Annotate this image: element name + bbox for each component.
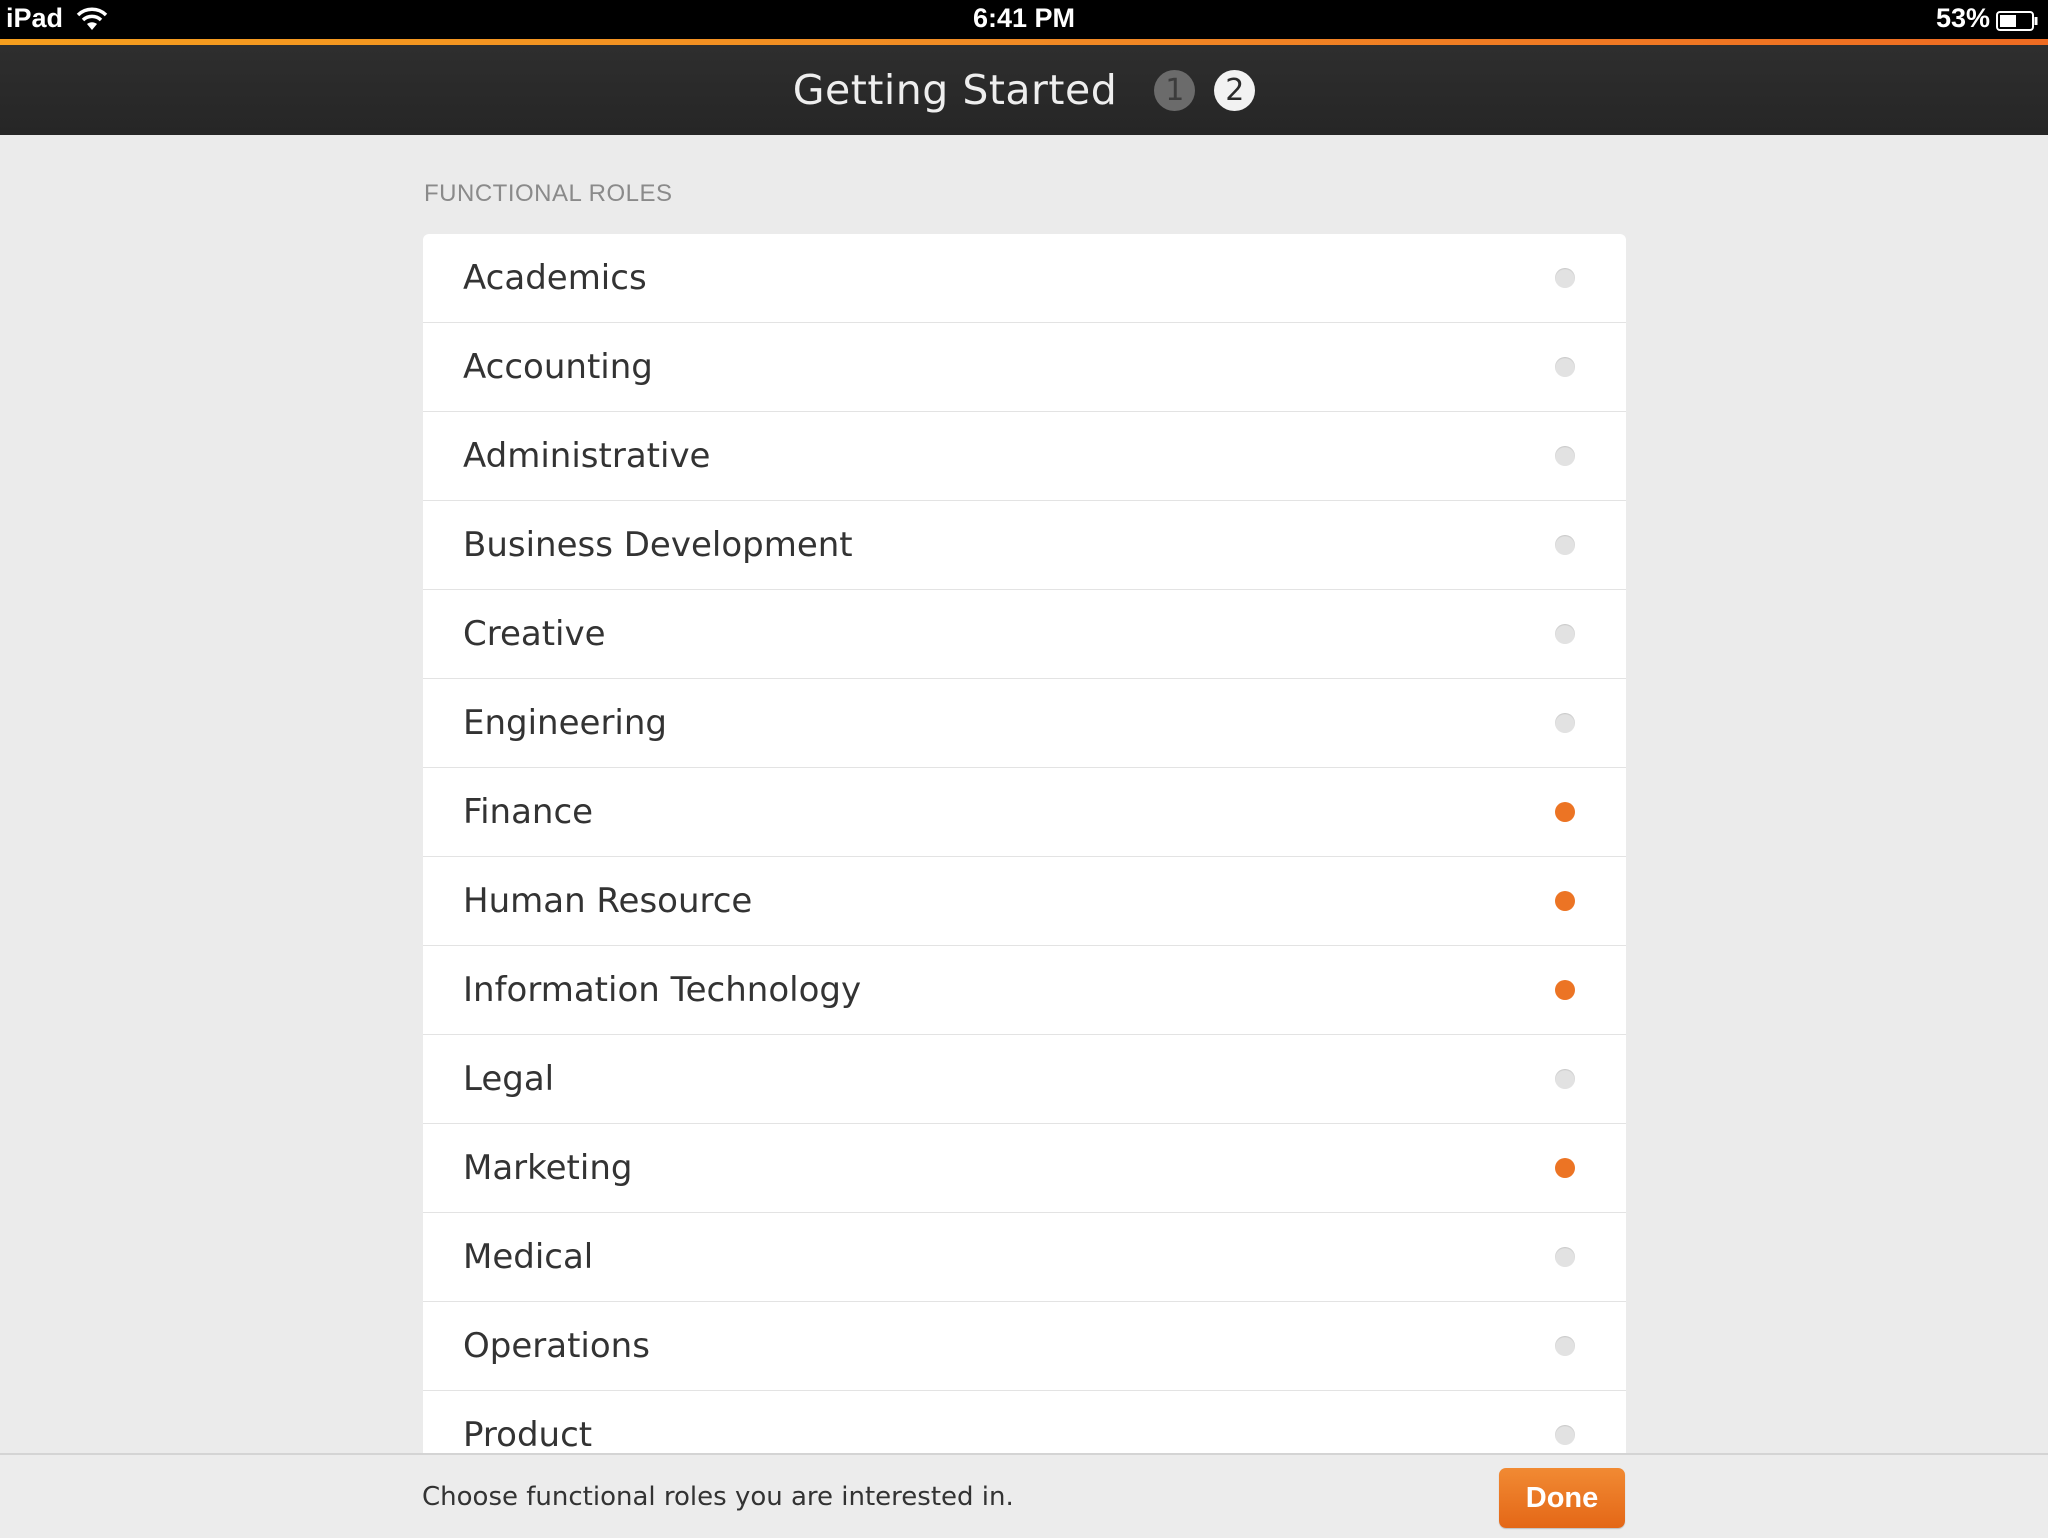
role-label: Legal: [463, 1059, 555, 1099]
navigation-bar: Getting Started 1 2: [0, 45, 2048, 135]
footer-bar: Choose functional roles you are interest…: [0, 1453, 2048, 1538]
list-item[interactable]: Human Resource: [423, 857, 1626, 946]
page-title: Getting Started: [792, 66, 1118, 114]
role-label: Academics: [463, 258, 647, 298]
list-item[interactable]: Product: [423, 1391, 1626, 1454]
status-time: 6:41 PM: [972, 3, 1076, 33]
unselected-indicator-icon[interactable]: [1555, 1425, 1575, 1445]
selected-indicator-icon[interactable]: [1555, 802, 1575, 822]
role-label: Finance: [463, 792, 594, 832]
step-indicator-1: 1: [1154, 69, 1196, 111]
selected-indicator-icon[interactable]: [1555, 980, 1575, 1000]
selected-indicator-icon[interactable]: [1555, 891, 1575, 911]
unselected-indicator-icon[interactable]: [1555, 446, 1575, 466]
unselected-indicator-icon[interactable]: [1555, 1247, 1575, 1267]
selected-indicator-icon[interactable]: [1555, 1158, 1575, 1178]
unselected-indicator-icon[interactable]: [1555, 535, 1575, 555]
battery-percent: 53%: [1935, 3, 1990, 33]
role-label: Human Resource: [463, 881, 753, 921]
unselected-indicator-icon[interactable]: [1555, 268, 1575, 288]
list-item[interactable]: Legal: [423, 1035, 1626, 1124]
list-item[interactable]: Business Development: [423, 501, 1626, 590]
footer-instruction: Choose functional roles you are interest…: [422, 1481, 1014, 1512]
role-label: Information Technology: [463, 970, 862, 1010]
list-item[interactable]: Engineering: [423, 679, 1626, 768]
role-label: Accounting: [463, 347, 653, 387]
unselected-indicator-icon[interactable]: [1555, 713, 1575, 733]
list-item[interactable]: Finance: [423, 768, 1626, 857]
status-right: 53%: [1936, 3, 2040, 34]
unselected-indicator-icon[interactable]: [1555, 1069, 1575, 1089]
list-item[interactable]: Administrative: [423, 412, 1626, 501]
role-label: Business Development: [463, 525, 853, 565]
role-label: Administrative: [463, 436, 711, 476]
battery-icon: [1996, 8, 2040, 31]
step-indicator-2: 2: [1214, 69, 1256, 111]
list-item[interactable]: Academics: [423, 234, 1626, 323]
roles-list: Academics Accounting Administrative Busines…: [423, 234, 1626, 1454]
section-label: FUNCTIONAL ROLES: [424, 180, 673, 207]
role-label: Marketing: [463, 1148, 633, 1188]
list-item[interactable]: Marketing: [423, 1124, 1626, 1213]
list-item[interactable]: Operations: [423, 1302, 1626, 1391]
unselected-indicator-icon[interactable]: [1555, 357, 1575, 377]
unselected-indicator-icon[interactable]: [1555, 1336, 1575, 1356]
status-bar: iPad 6:41 PM 53%: [0, 0, 2048, 39]
list-item[interactable]: Accounting: [423, 323, 1626, 412]
list-item[interactable]: Information Technology: [423, 946, 1626, 1035]
list-item[interactable]: Medical: [423, 1213, 1626, 1302]
role-label: Medical: [463, 1237, 594, 1277]
unselected-indicator-icon[interactable]: [1555, 624, 1575, 644]
role-label: Engineering: [463, 703, 667, 743]
done-button[interactable]: Done: [1499, 1468, 1625, 1528]
role-label: Creative: [463, 614, 606, 654]
role-label: Product: [463, 1415, 593, 1454]
list-item[interactable]: Creative: [423, 590, 1626, 679]
role-label: Operations: [463, 1326, 650, 1366]
